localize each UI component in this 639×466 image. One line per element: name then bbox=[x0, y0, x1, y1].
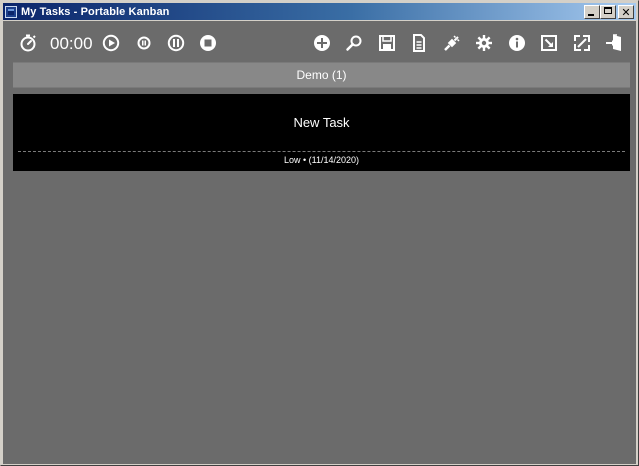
info-icon[interactable] bbox=[507, 33, 527, 53]
task-meta: Low • (11/14/2020) bbox=[283, 155, 360, 165]
app-window: My Tasks - Portable Kanban ✕ 00:00 Demo … bbox=[0, 0, 639, 466]
maximize-icon bbox=[604, 7, 612, 14]
exit-icon[interactable] bbox=[604, 33, 624, 53]
close-icon: ✕ bbox=[621, 5, 631, 19]
stop-icon[interactable] bbox=[198, 33, 218, 53]
window-title: My Tasks - Portable Kanban bbox=[21, 5, 170, 18]
close-button[interactable]: ✕ bbox=[618, 5, 634, 19]
column-header[interactable]: Demo (1) bbox=[13, 62, 630, 88]
settings-icon[interactable] bbox=[474, 33, 494, 53]
maximize-button[interactable] bbox=[600, 5, 616, 19]
document-icon[interactable] bbox=[409, 33, 429, 53]
add-icon[interactable] bbox=[312, 33, 332, 53]
minimize-icon bbox=[588, 14, 594, 16]
kanban-board: 00:00 Demo (1) New Task Low • (11/14/202… bbox=[3, 21, 636, 464]
minimize-to-tray-icon[interactable] bbox=[539, 33, 559, 53]
app-icon bbox=[5, 5, 17, 18]
plugin-icon[interactable] bbox=[442, 33, 462, 53]
toolbar: 00:00 bbox=[3, 21, 636, 65]
window-controls: ✕ bbox=[584, 5, 634, 19]
task-divider bbox=[18, 151, 625, 152]
task-card[interactable]: New Task Low • (11/14/2020) bbox=[13, 94, 630, 171]
timer-display: 00:00 bbox=[50, 34, 93, 53]
title-bar[interactable]: My Tasks - Portable Kanban ✕ bbox=[3, 3, 636, 20]
pause-icon[interactable] bbox=[166, 33, 186, 53]
save-icon[interactable] bbox=[377, 33, 397, 53]
pause-small-icon[interactable] bbox=[134, 33, 154, 53]
stopwatch-icon[interactable] bbox=[18, 33, 38, 53]
fullscreen-icon[interactable] bbox=[572, 33, 592, 53]
task-title: New Task bbox=[293, 115, 350, 130]
search-icon[interactable] bbox=[344, 33, 364, 53]
minimize-button[interactable] bbox=[584, 5, 600, 19]
play-icon[interactable] bbox=[101, 33, 121, 53]
